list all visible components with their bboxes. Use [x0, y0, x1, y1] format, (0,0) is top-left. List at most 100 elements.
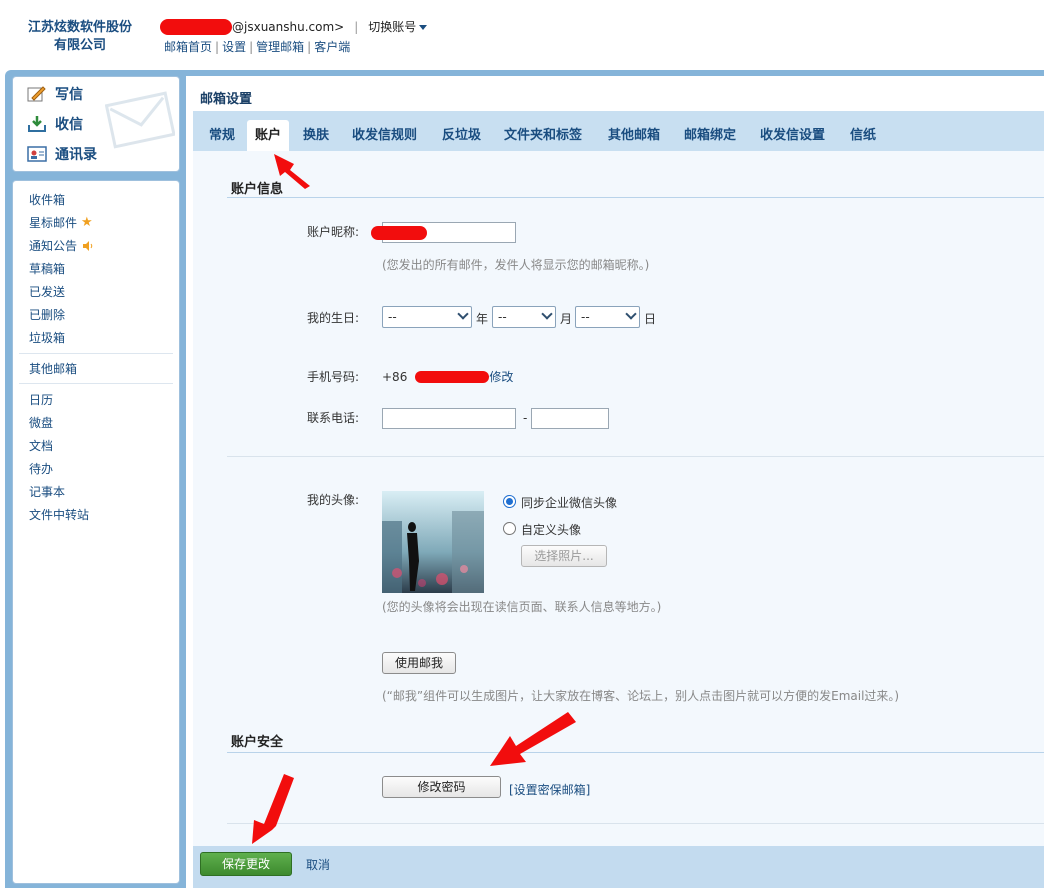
tab-mailbox-binding[interactable]: 邮箱绑定: [676, 120, 744, 151]
sidebar-item-docs[interactable]: 文档: [29, 437, 53, 454]
receive-icon: [28, 116, 46, 132]
tel-area-input[interactable]: [382, 408, 516, 429]
birthday-day-select[interactable]: --: [575, 306, 640, 328]
birthday-year-select[interactable]: --: [382, 306, 472, 328]
sidebar-item-todo[interactable]: 待办: [29, 460, 53, 477]
sidebar-item-label: 收件箱: [29, 193, 66, 207]
avatar: [382, 491, 484, 593]
tab-antispam[interactable]: 反垃圾: [434, 120, 489, 151]
year-unit: 年: [476, 312, 489, 326]
avatar-custom-label: 自定义头像: [521, 523, 582, 537]
link-client[interactable]: 客户端: [314, 40, 350, 54]
phone-label: 手机号码:: [307, 370, 360, 384]
section-divider: [227, 456, 1044, 457]
company-name-line2: 有限公司: [53, 38, 106, 53]
avatar-label: 我的头像:: [307, 493, 360, 507]
contacts-button[interactable]: 通讯录: [27, 140, 97, 168]
receive-label: 收信: [55, 117, 83, 133]
phone-prefix: +86: [382, 369, 408, 384]
tab-stationery[interactable]: 信纸: [842, 120, 884, 151]
tab-send-receive-settings[interactable]: 收发信设置: [752, 120, 833, 151]
sidebar-divider: [19, 383, 173, 384]
mail-me-hint: (“邮我”组件可以生成图片，让大家放在博客、论坛上，别人点击图片就可以方便的发E…: [382, 689, 900, 703]
settings-tabs: 常规 账户 换肤 收发信规则 反垃圾 文件夹和标签 其他邮箱 邮箱绑定 收发信设…: [193, 111, 1044, 151]
chevron-down-icon: [541, 308, 553, 320]
mail-me-button[interactable]: 使用邮我: [382, 652, 456, 674]
compose-button[interactable]: 写信: [27, 80, 83, 108]
sidebar-item-starred[interactable]: 星标邮件 ★: [29, 214, 93, 231]
sidebar-item-label: 记事本: [29, 485, 66, 499]
sidebar-item-inbox[interactable]: 收件箱: [29, 191, 65, 208]
annotation-arrow-icon: [490, 712, 576, 766]
nickname-input[interactable]: [371, 222, 516, 243]
sidebar-folder-list: 收件箱 星标邮件 ★ 通知公告 草稿箱 已发送 已删除 垃圾箱 其他邮箱 日历 微…: [12, 180, 180, 884]
sidebar-item-notices[interactable]: 通知公告: [29, 237, 94, 254]
section-divider: [227, 752, 1044, 753]
sidebar-item-deleted[interactable]: 已删除: [29, 306, 65, 323]
sidebar-item-label: 星标邮件: [29, 216, 78, 230]
page-title: 邮箱设置: [200, 92, 253, 107]
sidebar-item-file-transfer[interactable]: 文件中转站: [29, 506, 89, 523]
sidebar-divider: [19, 353, 173, 354]
tel-number-input[interactable]: [531, 408, 609, 429]
tab-general[interactable]: 常规: [201, 120, 243, 151]
sidebar-item-label: 微盘: [29, 416, 54, 430]
link-sep: |: [307, 40, 312, 54]
sidebar-item-label: 待办: [29, 462, 54, 476]
cancel-link[interactable]: 取消: [306, 856, 330, 873]
tab-folders-labels[interactable]: 文件夹和标签: [496, 120, 590, 151]
sidebar-item-spam[interactable]: 垃圾箱: [29, 329, 65, 346]
phone-value: +86 修改: [382, 368, 513, 385]
inbox-receive-button[interactable]: 收信: [27, 110, 83, 138]
contacts-icon: [27, 146, 47, 162]
chevron-down-icon: [419, 25, 428, 30]
link-mail-home[interactable]: 邮箱首页: [164, 40, 212, 54]
tab-account[interactable]: 账户: [247, 120, 290, 151]
save-changes-button[interactable]: 保存更改: [200, 852, 292, 876]
sidebar-item-notes[interactable]: 记事本: [29, 483, 65, 500]
compose-label: 写信: [55, 87, 83, 103]
avatar-sync-radio[interactable]: [503, 495, 516, 508]
set-secure-email-link[interactable]: [设置密保邮箱]: [509, 781, 590, 798]
month-unit: 月: [560, 312, 573, 326]
sidebar-item-label: 通知公告: [29, 239, 78, 253]
tab-mail-rules[interactable]: 收发信规则: [344, 120, 425, 151]
change-password-button[interactable]: 修改密码: [382, 776, 501, 798]
sidebar-item-other-mailboxes[interactable]: 其他邮箱: [29, 360, 77, 377]
settings-panel: 邮箱设置 常规 账户 换肤 收发信规则 反垃圾 文件夹和标签 其他邮箱 邮箱绑定…: [186, 76, 1044, 888]
phone-modify-link[interactable]: 修改: [489, 368, 513, 385]
redacted-nickname: [371, 226, 427, 240]
choose-photo-button[interactable]: 选择照片...: [521, 545, 607, 567]
avatar-image: [382, 491, 484, 593]
email-suffix: @jsxuanshu.com>: [232, 19, 345, 34]
account-security-title: 账户安全: [231, 735, 284, 750]
envelope-watermark-icon: [105, 91, 175, 149]
link-settings[interactable]: 设置: [222, 40, 246, 54]
sidebar-item-label: 文档: [29, 439, 54, 453]
sidebar-item-drive[interactable]: 微盘: [29, 414, 53, 431]
star-icon: ★: [81, 215, 93, 230]
account-settings-content: 账户信息 账户昵称: (您发出的所有邮件，发件人将显示您的邮箱昵称。) 我的生日…: [193, 151, 1044, 846]
avatar-custom-radio[interactable]: [503, 522, 516, 535]
avatar-sync-label: 同步企业微信头像: [521, 496, 618, 510]
redacted-phone: [415, 370, 490, 383]
birthday-month-select[interactable]: --: [492, 306, 556, 328]
sidebar-item-label: 垃圾箱: [29, 331, 66, 345]
sidebar-item-label: 文件中转站: [29, 508, 90, 522]
birthday-year-value: --: [388, 310, 397, 324]
sidebar-item-sent[interactable]: 已发送: [29, 283, 65, 300]
chevron-down-icon: [457, 308, 469, 320]
link-sep: |: [249, 40, 254, 54]
tab-skin[interactable]: 换肤: [295, 120, 337, 151]
tel-label: 联系电话:: [307, 411, 360, 425]
link-manage-mail[interactable]: 管理邮箱: [256, 40, 304, 54]
chevron-down-icon: [625, 308, 637, 320]
sidebar-item-label: 日历: [29, 393, 54, 407]
sidebar-item-drafts[interactable]: 草稿箱: [29, 260, 65, 277]
sidebar-item-calendar[interactable]: 日历: [29, 391, 53, 408]
link-sep: |: [215, 40, 220, 54]
switch-account-button[interactable]: 切换账号: [368, 18, 428, 35]
annotation-arrow-icon: [252, 774, 294, 844]
header: 江苏炫数软件股份 有限公司 @jsxuanshu.com> | 切换账号 邮箱首…: [0, 0, 1044, 70]
tab-other-mailboxes[interactable]: 其他邮箱: [600, 120, 668, 151]
